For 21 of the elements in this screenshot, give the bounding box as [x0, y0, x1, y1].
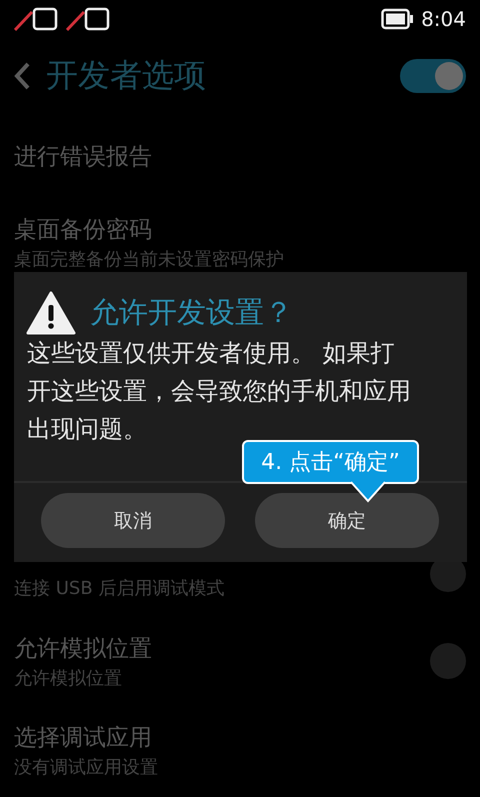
battery-icon	[381, 8, 414, 30]
setting-title: 允许模拟位置	[14, 634, 153, 664]
setting-title: 进行错误报告	[14, 142, 153, 172]
setting-subtitle: 桌面完整备份当前未设置密码保护	[14, 248, 285, 270]
setting-subtitle: 没有调试应用设置	[14, 756, 159, 778]
setting-title: 选择调试应用	[14, 724, 153, 752]
tooltip-pointer	[350, 481, 386, 503]
toggle-switch[interactable]	[430, 643, 466, 679]
clock-time: 8:04	[421, 7, 466, 31]
no-sim-icon	[66, 6, 110, 32]
page-title: 开发者选项	[46, 55, 207, 96]
setting-subtitle: 允许模拟位置	[14, 666, 123, 690]
dialog-button[interactable]: 取消	[41, 493, 225, 548]
setting-title: 桌面备份密码	[14, 216, 153, 244]
dialog-button[interactable]: 确定	[255, 493, 439, 548]
no-sim-icon	[14, 6, 58, 32]
toggle-switch[interactable]	[400, 59, 466, 93]
dialog-title: 允许开发设置？	[90, 294, 293, 331]
warning-icon	[26, 291, 76, 335]
setting-subtitle: 连接 USB 后启用调试模式	[14, 577, 226, 600]
back-icon[interactable]	[12, 61, 32, 91]
